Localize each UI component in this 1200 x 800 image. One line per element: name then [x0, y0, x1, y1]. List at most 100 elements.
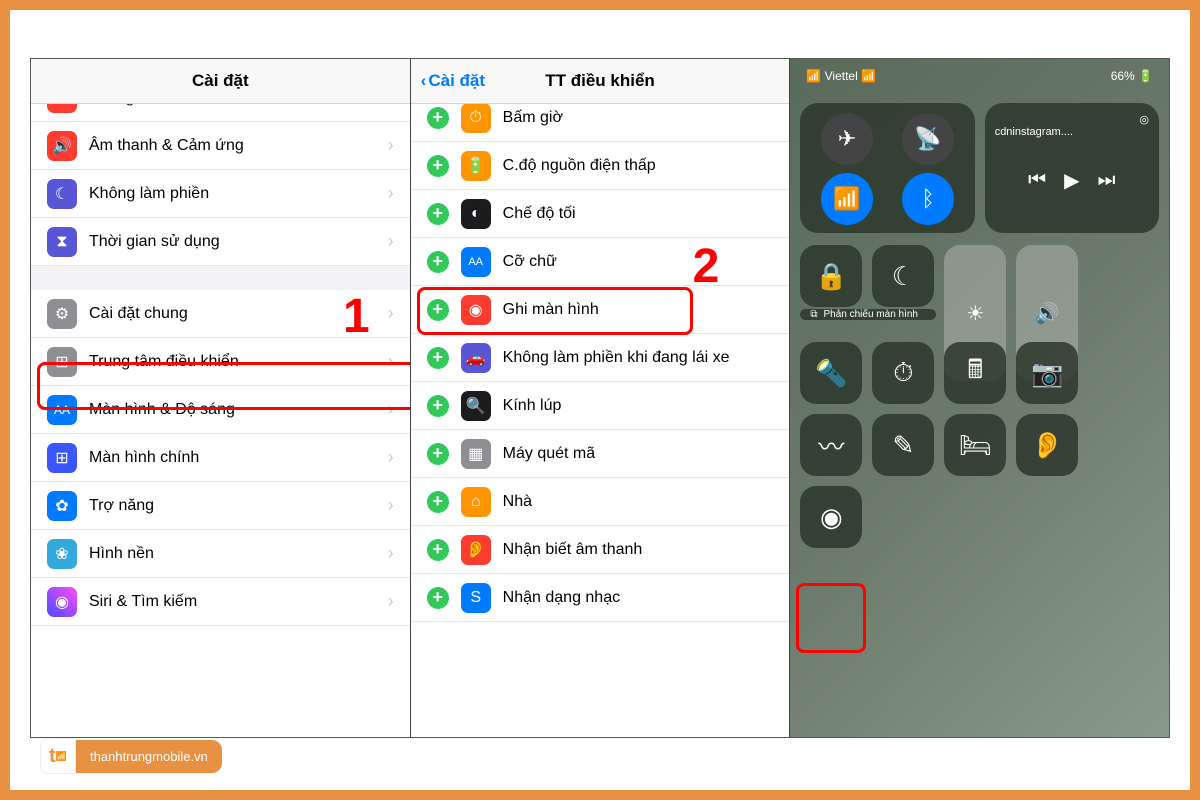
add-button[interactable]: + — [427, 491, 449, 513]
section-spacer — [31, 266, 410, 290]
play-button[interactable]: ▶ — [1064, 168, 1079, 193]
camera-button[interactable]: 📷 — [1016, 342, 1078, 404]
status-bar: 📶 Viettel 📶 66% 🔋 — [790, 59, 1169, 93]
list-item[interactable]: +👂Nhận biết âm thanh — [411, 526, 790, 574]
add-button[interactable]: + — [427, 155, 449, 177]
add-button[interactable]: + — [427, 587, 449, 609]
sound-recognition-icon: 👂 — [461, 535, 491, 565]
voice-memo-button[interactable]: 〰 — [800, 414, 862, 476]
list-item[interactable]: +▦Máy quét mã — [411, 430, 790, 478]
flashlight-button[interactable]: 🔦 — [800, 342, 862, 404]
sound-icon: 🔊 — [47, 131, 77, 161]
list-item[interactable]: +AACỡ chữ — [411, 238, 790, 286]
media-source: cdninstagram.... — [995, 126, 1149, 138]
list-item[interactable]: +◐Chế độ tối — [411, 190, 790, 238]
calculator-button[interactable]: 🖩 — [944, 342, 1006, 404]
magnifier-icon: 🔍 — [461, 391, 491, 421]
panel2-header: ‹Cài đặt TT điều khiển — [411, 59, 790, 104]
textsize-icon: AA — [461, 247, 491, 277]
add-button[interactable]: + — [427, 539, 449, 561]
controlcenter-icon: ⊞ — [47, 347, 77, 377]
chevron-right-icon: › — [388, 183, 394, 204]
list-item[interactable]: AAMàn hình & Độ sáng› — [31, 386, 410, 434]
list-item-screen-record[interactable]: +◉Ghi màn hình — [411, 286, 790, 334]
wifi-toggle[interactable]: 📶 — [821, 173, 873, 225]
add-button[interactable]: + — [427, 347, 449, 369]
timer-button[interactable]: ⏱ — [872, 342, 934, 404]
list-item[interactable]: 🔊Âm thanh & Cảm ứng› — [31, 122, 410, 170]
add-button[interactable]: + — [427, 299, 449, 321]
list-item[interactable]: ❀Hình nền› — [31, 530, 410, 578]
control-center-settings-panel: ‹Cài đặt TT điều khiển +⏱Bấm giờ +🔋C.độ … — [411, 59, 791, 737]
rotation-lock-toggle[interactable]: 🔒 — [800, 245, 862, 307]
siri-icon: ◉ — [47, 587, 77, 617]
lowpower-icon: 🔋 — [461, 151, 491, 181]
sleep-button[interactable]: 🛏 — [944, 414, 1006, 476]
panel2-title: TT điều khiển — [545, 71, 655, 90]
chevron-right-icon: › — [388, 135, 394, 156]
controls-list: +⏱Bấm giờ +🔋C.độ nguồn điện thấp +◐Chế đ… — [411, 94, 790, 737]
chevron-right-icon: › — [388, 399, 394, 420]
bluetooth-toggle[interactable]: ᛒ — [902, 173, 954, 225]
chevron-right-icon: › — [388, 351, 394, 372]
dnd-icon: ☾ — [47, 179, 77, 209]
wallpaper-icon: ❀ — [47, 539, 77, 569]
add-button[interactable]: + — [427, 203, 449, 225]
chevron-right-icon: › — [388, 543, 394, 564]
list-item[interactable]: ⧗Thời gian sử dụng› — [31, 218, 410, 266]
list-item[interactable]: +🚗Không làm phiền khi đang lái xe — [411, 334, 790, 382]
logo-badge: t📶 thanhtrungmobile.vn — [40, 738, 222, 774]
logo-icon: t📶 — [40, 738, 76, 774]
add-button[interactable]: + — [427, 443, 449, 465]
next-button[interactable]: ⏭ — [1098, 169, 1116, 192]
screen-record-button[interactable]: ◉ — [800, 486, 862, 548]
connectivity-tile[interactable]: ✈ 📡 📶 ᛒ — [800, 103, 974, 233]
highlight-box-3 — [796, 583, 866, 653]
display-icon: AA — [47, 395, 77, 425]
list-item[interactable]: ✿Trợ năng› — [31, 482, 410, 530]
cellular-toggle[interactable]: 📡 — [902, 113, 954, 165]
gear-icon: ⚙ — [47, 299, 77, 329]
list-item[interactable]: ☾Không làm phiền› — [31, 170, 410, 218]
chevron-right-icon: › — [388, 303, 394, 324]
battery-label: 66% 🔋 — [1111, 69, 1153, 83]
screen-mirror-button[interactable]: ⧉Phản chiếu màn hình — [800, 309, 936, 320]
dnd-toggle[interactable]: ☾ — [872, 245, 934, 307]
carrier-label: 📶 Viettel 📶 — [806, 69, 876, 83]
step-number-2: 2 — [693, 239, 720, 294]
home-icon: ⌂ — [461, 487, 491, 517]
accessibility-icon: ✿ — [47, 491, 77, 521]
list-item[interactable]: ◉Siri & Tìm kiếm› — [31, 578, 410, 626]
media-tile[interactable]: ◎ cdninstagram.... ⏮ ▶ ⏭ — [985, 103, 1159, 233]
shazam-icon: S — [461, 583, 491, 613]
add-button[interactable]: + — [427, 395, 449, 417]
darkmode-icon: ◐ — [461, 199, 491, 229]
notes-button[interactable]: ✎ — [872, 414, 934, 476]
airplay-icon[interactable]: ◎ — [995, 113, 1149, 126]
logo-text: thanhtrungmobile.vn — [76, 740, 222, 773]
chevron-left-icon: ‹ — [421, 71, 427, 91]
list-item-control-center[interactable]: ⊞Trung tâm điều khiển› — [31, 338, 410, 386]
list-item[interactable]: +⌂Nhà — [411, 478, 790, 526]
home-icon: ⊞ — [47, 443, 77, 473]
chevron-right-icon: › — [388, 447, 394, 468]
back-button[interactable]: ‹Cài đặt — [421, 71, 485, 91]
qr-icon: ▦ — [461, 439, 491, 469]
add-button[interactable]: + — [427, 251, 449, 273]
chevron-right-icon: › — [388, 591, 394, 612]
list-item[interactable]: +🔍Kính lúp — [411, 382, 790, 430]
prev-button[interactable]: ⏮ — [1028, 169, 1046, 192]
chevron-right-icon: › — [388, 495, 394, 516]
settings-list: ●Thông báo› 🔊Âm thanh & Cảm ứng› ☾Không … — [31, 74, 410, 737]
airplane-toggle[interactable]: ✈ — [821, 113, 873, 165]
driving-icon: 🚗 — [461, 343, 491, 373]
list-item[interactable]: ⊞Màn hình chính› — [31, 434, 410, 482]
add-button[interactable]: + — [427, 107, 449, 129]
hearing-button[interactable]: 👂 — [1016, 414, 1078, 476]
list-item[interactable]: +🔋C.độ nguồn điện thấp — [411, 142, 790, 190]
chevron-right-icon: › — [388, 231, 394, 252]
list-item[interactable]: +SNhận dạng nhạc — [411, 574, 790, 622]
settings-panel: Cài đặt ●Thông báo› 🔊Âm thanh & Cảm ứng›… — [31, 59, 411, 737]
step-number-1: 1 — [343, 289, 370, 344]
timer-icon: ⏱ — [461, 103, 491, 133]
